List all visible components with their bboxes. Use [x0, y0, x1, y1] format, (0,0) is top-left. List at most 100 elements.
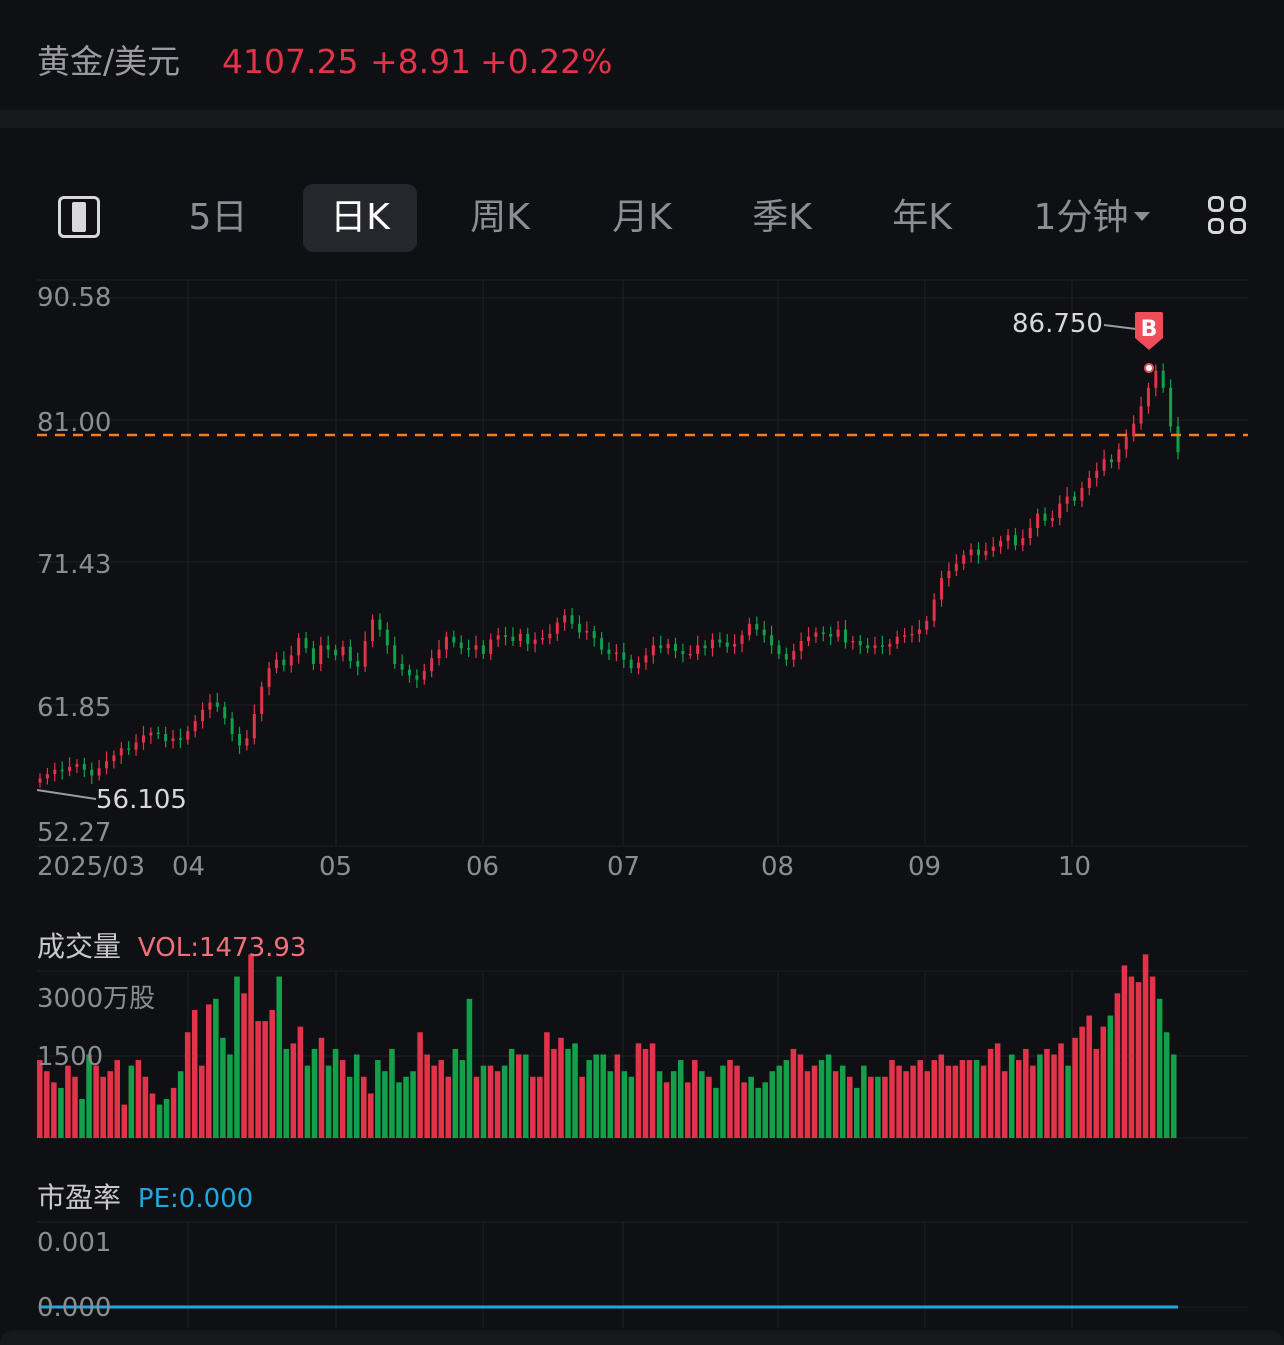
x-tick-label: 06	[466, 852, 500, 882]
volume-bar	[1163, 1032, 1170, 1138]
candle-body	[511, 636, 515, 642]
volume-bar	[1128, 976, 1135, 1138]
candle-body	[422, 671, 426, 680]
candle-body	[267, 668, 271, 687]
kline-chart[interactable]: B	[0, 0, 1284, 1345]
volume-bar	[530, 1076, 536, 1138]
candle-body	[703, 645, 707, 649]
candle-body	[607, 649, 611, 654]
y-tick-label: 52.27	[37, 818, 112, 848]
volume-bar	[191, 1009, 198, 1138]
candle-body	[1050, 518, 1054, 521]
volume-bar	[1149, 976, 1156, 1138]
volume-bar	[325, 1065, 332, 1138]
volume-bar	[1030, 1065, 1036, 1138]
volume-bar	[255, 1021, 261, 1138]
candle-body	[97, 768, 101, 776]
candle-body	[629, 659, 633, 669]
volume-bar	[417, 1032, 423, 1138]
candle-body	[1124, 436, 1128, 450]
volume-bar	[1044, 1048, 1050, 1138]
candle-body	[718, 639, 722, 643]
volume-bar	[1072, 1037, 1078, 1138]
x-tick-label: 04	[172, 852, 206, 882]
y-tick-label: 61.85	[37, 693, 112, 723]
candle-body	[991, 546, 995, 551]
candle-body	[459, 642, 463, 649]
x-tick-label: 09	[908, 852, 942, 882]
volume-bar	[142, 1076, 149, 1138]
buy-marker-letter: B	[1141, 317, 1158, 342]
candle-body	[755, 623, 759, 630]
candle-body	[770, 635, 774, 646]
volume-y-tick: 3000万股	[37, 984, 156, 1014]
pe-value: PE:0.000	[137, 1184, 254, 1214]
candle-body	[577, 623, 581, 633]
candle-body	[622, 652, 626, 660]
candle-body	[289, 655, 293, 666]
candle-body	[238, 733, 242, 746]
candle-body	[1154, 370, 1158, 388]
volume-bar	[1100, 1026, 1107, 1138]
candle-body	[792, 651, 796, 660]
candle-body	[215, 702, 219, 707]
volume-bar	[1023, 1048, 1029, 1138]
y-tick-label: 71.43	[37, 550, 112, 580]
candle-body	[134, 742, 138, 750]
volume-bar	[544, 1032, 550, 1138]
candle-body	[1065, 496, 1069, 504]
volume-bar	[769, 1071, 776, 1138]
volume-bar	[966, 1060, 973, 1138]
volume-bar	[776, 1065, 783, 1138]
volume-bar	[1016, 1060, 1022, 1138]
volume-bar	[762, 1082, 768, 1138]
volume-bar	[389, 1048, 395, 1138]
candle-body	[644, 655, 648, 663]
candle-body	[156, 732, 160, 735]
candle-body	[1013, 535, 1017, 546]
volume-bar	[276, 976, 283, 1138]
candle-body	[193, 721, 197, 732]
volume-bar	[854, 1087, 860, 1138]
candle-body	[326, 645, 330, 650]
candle-body	[348, 646, 352, 662]
volume-bar	[1093, 1048, 1100, 1138]
candle-body	[1132, 423, 1136, 437]
candle-body	[341, 646, 345, 656]
candle-body	[1073, 496, 1077, 501]
volume-bar	[100, 1076, 106, 1138]
candle-body	[866, 645, 870, 649]
volume-bar	[832, 1071, 839, 1138]
volume-bar	[579, 1076, 585, 1138]
candle-body	[976, 549, 980, 556]
candle-body	[843, 629, 847, 643]
pe-y-tick: 0.000	[37, 1293, 112, 1323]
candle-body	[570, 615, 574, 624]
candle-body	[260, 686, 264, 714]
candle-body	[659, 645, 663, 649]
bottom-sheet-edge	[0, 1330, 1284, 1345]
candle-body	[178, 738, 182, 740]
candle-body	[747, 623, 751, 636]
volume-bar	[332, 1048, 339, 1138]
volume-bar	[128, 1065, 135, 1138]
volume-bar	[593, 1054, 599, 1138]
volume-bar	[692, 1060, 698, 1138]
candle-body	[504, 635, 508, 637]
volume-bar	[156, 1104, 163, 1138]
volume-bar	[227, 1054, 233, 1138]
volume-bar	[1051, 1054, 1057, 1138]
volume-bar	[487, 1065, 494, 1138]
volume-bar	[945, 1065, 952, 1138]
volume-bar	[896, 1065, 902, 1138]
candle-body	[710, 639, 714, 649]
x-tick-label: 08	[761, 852, 795, 882]
volume-bar	[1142, 954, 1149, 1138]
candle-body	[60, 769, 64, 772]
volume-bar	[44, 1071, 50, 1138]
candle-body	[555, 622, 559, 634]
candle-body	[540, 638, 544, 640]
candle-body	[75, 764, 79, 767]
candle-body	[415, 675, 419, 680]
candle-body	[1117, 449, 1121, 463]
